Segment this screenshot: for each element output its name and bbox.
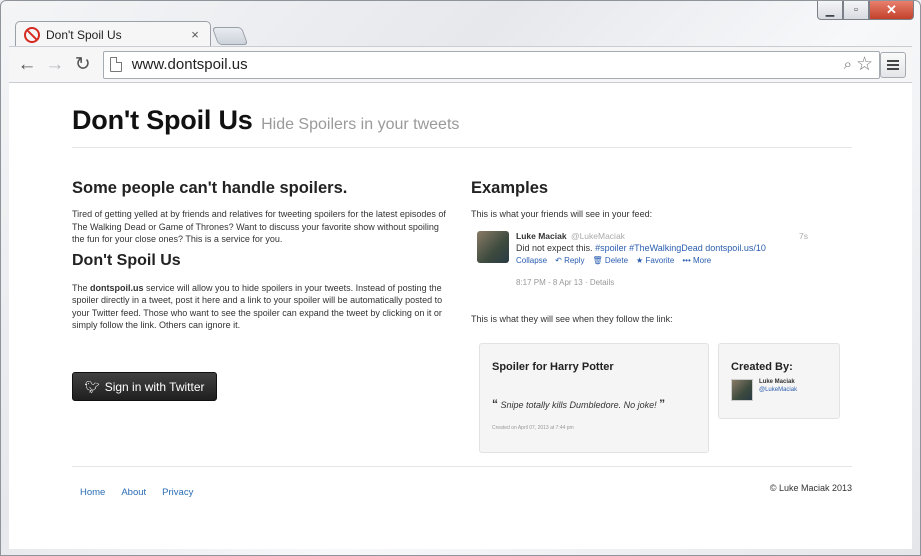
url-text[interactable]: www.dontspoil.us (132, 56, 838, 73)
tweet-time: 7s (799, 230, 808, 241)
favorite-label: Favorite (645, 255, 675, 265)
close-quote-icon: ” (659, 397, 666, 411)
creator-info: Luke Maciak @LukeMaciak (731, 379, 827, 401)
tweet-hashtags-link[interactable]: #spoiler #TheWalkingDead dontspoil.us/10 (595, 243, 766, 253)
tweet-body: Luke Maciak @LukeMaciak 7s Did not expec… (516, 231, 808, 287)
tweet-author-handle: @LukeMaciak (570, 230, 625, 241)
reply-action[interactable]: ↶ Reply (555, 256, 584, 265)
right-column: Examples This is what your friends will … (471, 179, 856, 453)
page-footer: Home About Privacy © Luke Maciak 2013 (72, 466, 852, 526)
footer-links: Home About Privacy (80, 487, 193, 498)
open-quote-icon: “ (492, 397, 498, 411)
window-controls: ▁ ▫ ✕ (817, 1, 914, 20)
example-tweet[interactable]: Luke Maciak @LukeMaciak 7s Did not expec… (477, 230, 856, 293)
page-icon (109, 57, 122, 72)
delete-action[interactable]: 🗑︎ Delete (593, 256, 629, 265)
spoiler-date: Created on April 07, 2013 at 7:44 pm (492, 425, 574, 431)
created-by-card: Created By: Luke Maciak @LukeMaciak (718, 343, 840, 419)
tweet-header: Luke Maciak @LukeMaciak (516, 231, 808, 241)
trash-icon: 🗑︎ (592, 255, 605, 265)
page-content: Don't Spoil Us Hide Spoilers in your twe… (72, 83, 852, 498)
page-tagline: Hide Spoilers in your tweets (261, 116, 460, 133)
about-text: The dontspoil.us service will allow you … (72, 282, 452, 332)
tab-dontspoilus[interactable]: Don't Spoil Us × (15, 21, 211, 47)
intro-heading: Some people can't handle spoilers. (72, 179, 348, 197)
tab-close-icon[interactable]: × (188, 27, 202, 42)
footer-link-about[interactable]: About (121, 487, 146, 498)
footer-link-privacy[interactable]: Privacy (162, 487, 193, 498)
reply-icon: ↶ (555, 255, 565, 265)
tweet-text: Did not expect this. #spoiler #TheWalkin… (516, 243, 808, 253)
about-prefix: The (72, 282, 91, 293)
hero-header: Don't Spoil Us Hide Spoilers in your twe… (72, 83, 852, 148)
creator-name: Luke Maciak (759, 379, 795, 385)
reload-icon[interactable]: ↻ (69, 51, 97, 79)
minimize-button[interactable]: ▁ (817, 1, 843, 20)
forward-arrow-icon[interactable]: → (41, 51, 69, 79)
reply-label: Reply (564, 255, 585, 265)
page-viewport: Don't Spoil Us Hide Spoilers in your twe… (9, 82, 912, 549)
copyright: © Luke Maciak 2013 (769, 483, 852, 493)
sign-in-twitter-button[interactable]: 🐦︎ Sign in with Twitter (72, 372, 217, 401)
tweet-text-body: Did not expect this. (516, 242, 593, 253)
delete-label: Delete (604, 255, 629, 265)
twitter-bird-icon: 🐦︎ (84, 379, 100, 394)
no-entry-icon (24, 26, 40, 43)
new-tab-button[interactable] (211, 27, 249, 45)
maximize-button[interactable]: ▫ (843, 1, 869, 20)
address-bar[interactable]: www.dontspoil.us ⌕ ☆ (102, 50, 881, 79)
left-column: Some people can't handle spoilers. Tired… (72, 179, 452, 401)
back-arrow-icon[interactable]: ← (13, 51, 41, 79)
spoiler-title: Spoiler for Harry Potter (492, 361, 614, 373)
created-by-title: Created By: (731, 361, 793, 373)
browser-window: ▁ ▫ ✕ Don't Spoil Us × ← → ↻ www.dontspo… (0, 0, 921, 556)
spoiler-card: Spoiler for Harry Potter “ Snipe totally… (479, 343, 709, 453)
creator-text: Luke Maciak @LukeMaciak (759, 379, 797, 393)
about-heading: Don't Spoil Us (72, 251, 181, 269)
feed-caption: This is what your friends will see in yo… (471, 209, 653, 219)
close-window-button[interactable]: ✕ (869, 1, 914, 20)
search-icon[interactable]: ⌕ (844, 56, 852, 73)
tweet-actions: Collapse ↶ Reply 🗑︎ Delete ★ Favorite ••… (516, 256, 808, 265)
ellipsis-icon: ••• (682, 255, 693, 265)
bookmark-star-icon[interactable]: ☆ (856, 53, 873, 76)
avatar[interactable] (731, 379, 753, 401)
page-title: Don't Spoil Us (72, 105, 253, 135)
avatar[interactable] (477, 230, 509, 263)
browser-toolbar: ← → ↻ www.dontspoil.us ⌕ ☆ (9, 46, 912, 82)
creator-handle[interactable]: @LukeMaciak (759, 387, 797, 393)
favorite-action[interactable]: ★ Favorite (636, 256, 674, 265)
footer-link-home[interactable]: Home (80, 487, 105, 498)
tab-title: Don't Spoil Us (46, 27, 122, 42)
tweet-meta: 8:17 PM - 8 Apr 13 · Details (516, 277, 615, 287)
intro-text: Tired of getting yelled at by friends an… (72, 209, 446, 244)
more-action[interactable]: ••• More (682, 256, 711, 265)
browser-menu-icon[interactable] (880, 51, 907, 78)
sign-in-label: Sign in with Twitter (104, 379, 205, 394)
spoiler-quote-text: Snipe totally kills Dumbledore. No joke! (500, 400, 657, 410)
examples-heading: Examples (471, 179, 549, 197)
spoiler-quote: “ Snipe totally kills Dumbledore. No jok… (492, 397, 696, 411)
link-caption: This is what they will see when they fol… (471, 313, 673, 324)
tweet-author-name[interactable]: Luke Maciak (516, 231, 567, 241)
collapse-action[interactable]: Collapse (516, 256, 547, 265)
about-brand: dontspoil.us (90, 282, 144, 293)
more-label: More (692, 255, 712, 265)
tab-strip: Don't Spoil Us × (9, 15, 409, 47)
example-cards: Spoiler for Harry Potter “ Snipe totally… (471, 343, 856, 453)
